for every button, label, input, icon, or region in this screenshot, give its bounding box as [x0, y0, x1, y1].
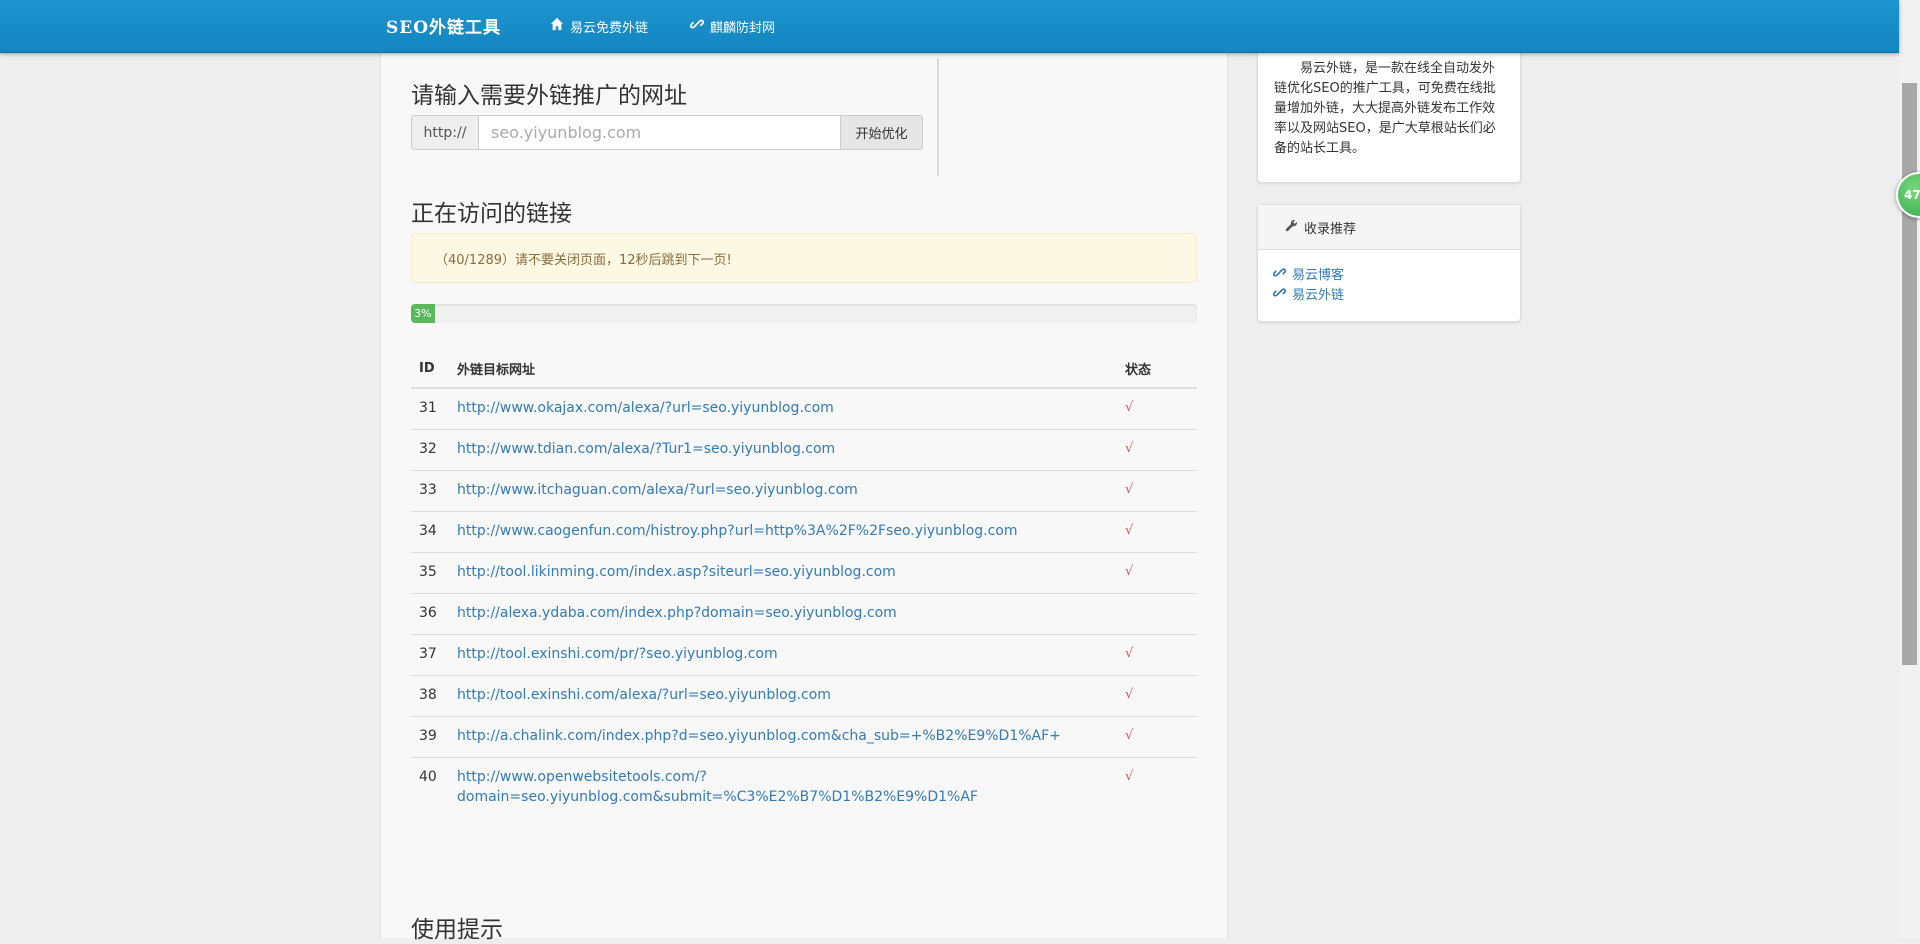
url-prefix: http://	[412, 116, 479, 149]
row-url-link[interactable]: http://a.chalink.com/index.php?d=seo.yiy…	[457, 728, 1061, 744]
row-url-cell: http://alexa.ydaba.com/index.php?domain=…	[449, 593, 1117, 635]
nav-item-label: 麒麟防封网	[710, 20, 776, 36]
row-id: 36	[411, 593, 449, 635]
scrollbar-thumb[interactable]	[1902, 83, 1917, 665]
table-row: 36 http://alexa.ydaba.com/index.php?domai…	[411, 593, 1197, 635]
row-id: 31	[411, 387, 449, 430]
row-url-link[interactable]: http://www.openwebsitetools.com/?domain=…	[457, 769, 978, 805]
row-url-link[interactable]: http://www.tdian.com/alexa/?Tur1=seo.yiy…	[457, 441, 835, 457]
row-url-link[interactable]: http://www.okajax.com/alexa/?url=seo.yiy…	[457, 400, 834, 416]
row-url-cell: http://tool.exinshi.com/alexa/?url=seo.y…	[449, 675, 1117, 717]
recommend-link-label: 易云外链	[1292, 288, 1345, 303]
row-url-cell: http://www.itchaguan.com/alexa/?url=seo.…	[449, 470, 1117, 512]
row-url-cell: http://www.openwebsitetools.com/?domain=…	[449, 757, 1117, 816]
column-header-status: 状态	[1117, 349, 1197, 389]
recommend-links: 易云博客 易云外链	[1258, 250, 1520, 306]
row-url-link[interactable]: http://tool.exinshi.com/pr/?seo.yiyunblo…	[457, 646, 778, 662]
row-id: 39	[411, 716, 449, 758]
row-url-link[interactable]: http://tool.exinshi.com/alexa/?url=seo.y…	[457, 687, 831, 703]
column-header-url: 外链目标网址	[449, 349, 1117, 389]
nav-item-label: 易云免费外链	[570, 20, 649, 36]
row-url-cell: http://tool.likinming.com/index.asp?site…	[449, 552, 1117, 594]
brand-logo[interactable]: SEO外链工具	[386, 13, 501, 38]
recommend-link-yiyun-blog[interactable]: 易云博客	[1272, 266, 1520, 286]
row-status: √	[1117, 511, 1197, 553]
row-url-link[interactable]: http://alexa.ydaba.com/index.php?domain=…	[457, 605, 897, 621]
url-input-group: http:// 开始优化	[411, 115, 923, 150]
row-id: 32	[411, 429, 449, 471]
row-url-cell: http://tool.exinshi.com/pr/?seo.yiyunblo…	[449, 634, 1117, 676]
row-url-cell: http://a.chalink.com/index.php?d=seo.yiy…	[449, 716, 1117, 758]
row-status: √	[1117, 757, 1197, 816]
progress-bar: 3%	[411, 304, 1197, 323]
row-status: √	[1117, 429, 1197, 471]
recommend-panel: 收录推荐 易云博客 易云外链	[1257, 204, 1521, 322]
url-form-heading: 请输入需要外链推广的网址	[411, 83, 687, 109]
table-row: 40 http://www.openwebsitetools.com/?domai…	[411, 757, 1197, 816]
table-row: 35 http://tool.likinming.com/index.asp?si…	[411, 552, 1197, 594]
row-id: 33	[411, 470, 449, 512]
intro-text: 易云外链，是一款在线全自动发外链优化SEO的推广工具，可免费在线批量增加外链，大…	[1274, 61, 1496, 156]
row-url-cell: http://www.caogenfun.com/histroy.php?url…	[449, 511, 1117, 553]
row-status: √	[1117, 675, 1197, 717]
row-url-link[interactable]: http://www.itchaguan.com/alexa/?url=seo.…	[457, 482, 858, 498]
row-id: 34	[411, 511, 449, 553]
start-optimize-button[interactable]: 开始优化	[840, 116, 922, 149]
table-row: 39 http://a.chalink.com/index.php?d=seo.y…	[411, 716, 1197, 758]
status-alert-text: （40/1289）请不要关闭页面，12秒后跳到下一页!	[435, 252, 732, 268]
row-id: 35	[411, 552, 449, 594]
progress-fill: 3%	[411, 304, 435, 323]
row-status: √	[1117, 634, 1197, 676]
recommend-link-label: 易云博客	[1292, 268, 1345, 283]
row-id: 37	[411, 634, 449, 676]
row-url-link[interactable]: http://tool.likinming.com/index.asp?site…	[457, 564, 896, 580]
url-input[interactable]	[479, 116, 840, 149]
vertical-divider	[937, 58, 939, 176]
table-row: 34 http://www.caogenfun.com/histroy.php?u…	[411, 511, 1197, 553]
table-row: 33 http://www.itchaguan.com/alexa/?url=se…	[411, 470, 1197, 512]
table-header-row: ID 外链目标网址 状态	[411, 349, 1197, 389]
recommend-panel-heading: 收录推荐	[1258, 205, 1520, 250]
row-status: √	[1117, 470, 1197, 512]
recommend-heading-label: 收录推荐	[1304, 221, 1357, 237]
row-status: √	[1117, 552, 1197, 594]
visiting-heading: 正在访问的链接	[411, 201, 572, 227]
wrench-icon	[1285, 219, 1298, 236]
home-icon	[550, 17, 564, 35]
table-row: 38 http://tool.exinshi.com/alexa/?url=seo…	[411, 675, 1197, 717]
row-url-cell: http://www.okajax.com/alexa/?url=seo.yiy…	[449, 387, 1117, 430]
intro-panel: 易云外链，是一款在线全自动发外链优化SEO的推广工具，可免费在线批量增加外链，大…	[1257, 40, 1521, 183]
link-icon	[1272, 286, 1287, 306]
progress-label: 3%	[414, 307, 432, 320]
column-header-id: ID	[411, 349, 449, 389]
row-url-link[interactable]: http://www.caogenfun.com/histroy.php?url…	[457, 523, 1018, 539]
table-row: 37 http://tool.exinshi.com/pr/?seo.yiyunb…	[411, 634, 1197, 676]
top-navbar: SEO外链工具 易云免费外链 麒麟防封网	[0, 0, 1899, 53]
row-status	[1117, 593, 1197, 635]
tips-heading: 使用提示	[411, 917, 503, 943]
table-row: 32 http://www.tdian.com/alexa/?Tur1=seo.y…	[411, 429, 1197, 471]
nav-item-qilin[interactable]: 麒麟防封网	[689, 16, 776, 36]
link-icon	[1272, 266, 1287, 286]
page-scrollbar[interactable]	[1899, 0, 1920, 938]
row-status: √	[1117, 716, 1197, 758]
links-table: ID 外链目标网址 状态 31 http://www.okajax.com/ale…	[411, 349, 1197, 816]
row-status: √	[1117, 387, 1197, 430]
recommend-link-yiyun-links[interactable]: 易云外链	[1272, 286, 1520, 306]
row-id: 40	[411, 757, 449, 816]
link-icon	[689, 17, 705, 35]
status-alert: （40/1289）请不要关闭页面，12秒后跳到下一页!	[411, 233, 1197, 283]
main-content: 请输入需要外链推广的网址 http:// 开始优化 正在访问的链接 （40/12…	[380, 52, 1228, 943]
nav-item-yiyun-free-links[interactable]: 易云免费外链	[550, 16, 648, 36]
row-id: 38	[411, 675, 449, 717]
row-url-cell: http://www.tdian.com/alexa/?Tur1=seo.yiy…	[449, 429, 1117, 471]
table-row: 31 http://www.okajax.com/alexa/?url=seo.y…	[411, 387, 1197, 430]
